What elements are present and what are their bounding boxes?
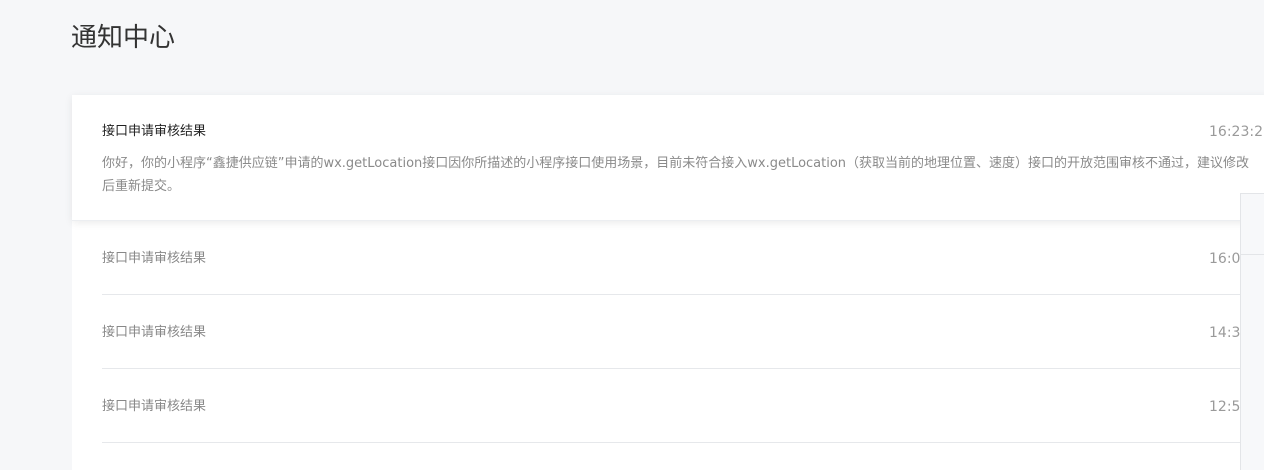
divider	[102, 442, 1264, 443]
notice-title: 接口申请审核结果	[102, 251, 207, 266]
notice-item[interactable]: 接口申请审核结果 14:37	[72, 295, 1264, 369]
notice-time: 16:23:26	[1209, 124, 1264, 140]
side-floating-panel[interactable]	[1240, 193, 1264, 470]
notice-item[interactable]: 接口申请审核结果 16:05	[72, 221, 1264, 295]
notice-title: 接口申请审核结果	[102, 399, 207, 414]
notice-title: 接口申请审核结果	[102, 124, 207, 139]
divider	[1241, 254, 1264, 255]
notice-title: 接口申请审核结果	[102, 325, 207, 340]
notice-content: 你好，你的小程序“鑫捷供应链”申请的wx.getLocation接口因你所描述的…	[102, 156, 1250, 194]
notice-item[interactable]: 接口申请审核结果 12:58	[72, 369, 1264, 443]
notice-panel: 接口申请审核结果 16:23:26 你好，你的小程序“鑫捷供应链”申请的wx.g…	[72, 95, 1264, 470]
notice-item-expanded[interactable]: 接口申请审核结果 16:23:26 你好，你的小程序“鑫捷供应链”申请的wx.g…	[72, 95, 1264, 221]
notification-center-page: 通知中心 接口申请审核结果 16:23:26 你好，你的小程序“鑫捷供应链”申请…	[0, 0, 1264, 470]
page-title: 通知中心	[71, 23, 176, 53]
